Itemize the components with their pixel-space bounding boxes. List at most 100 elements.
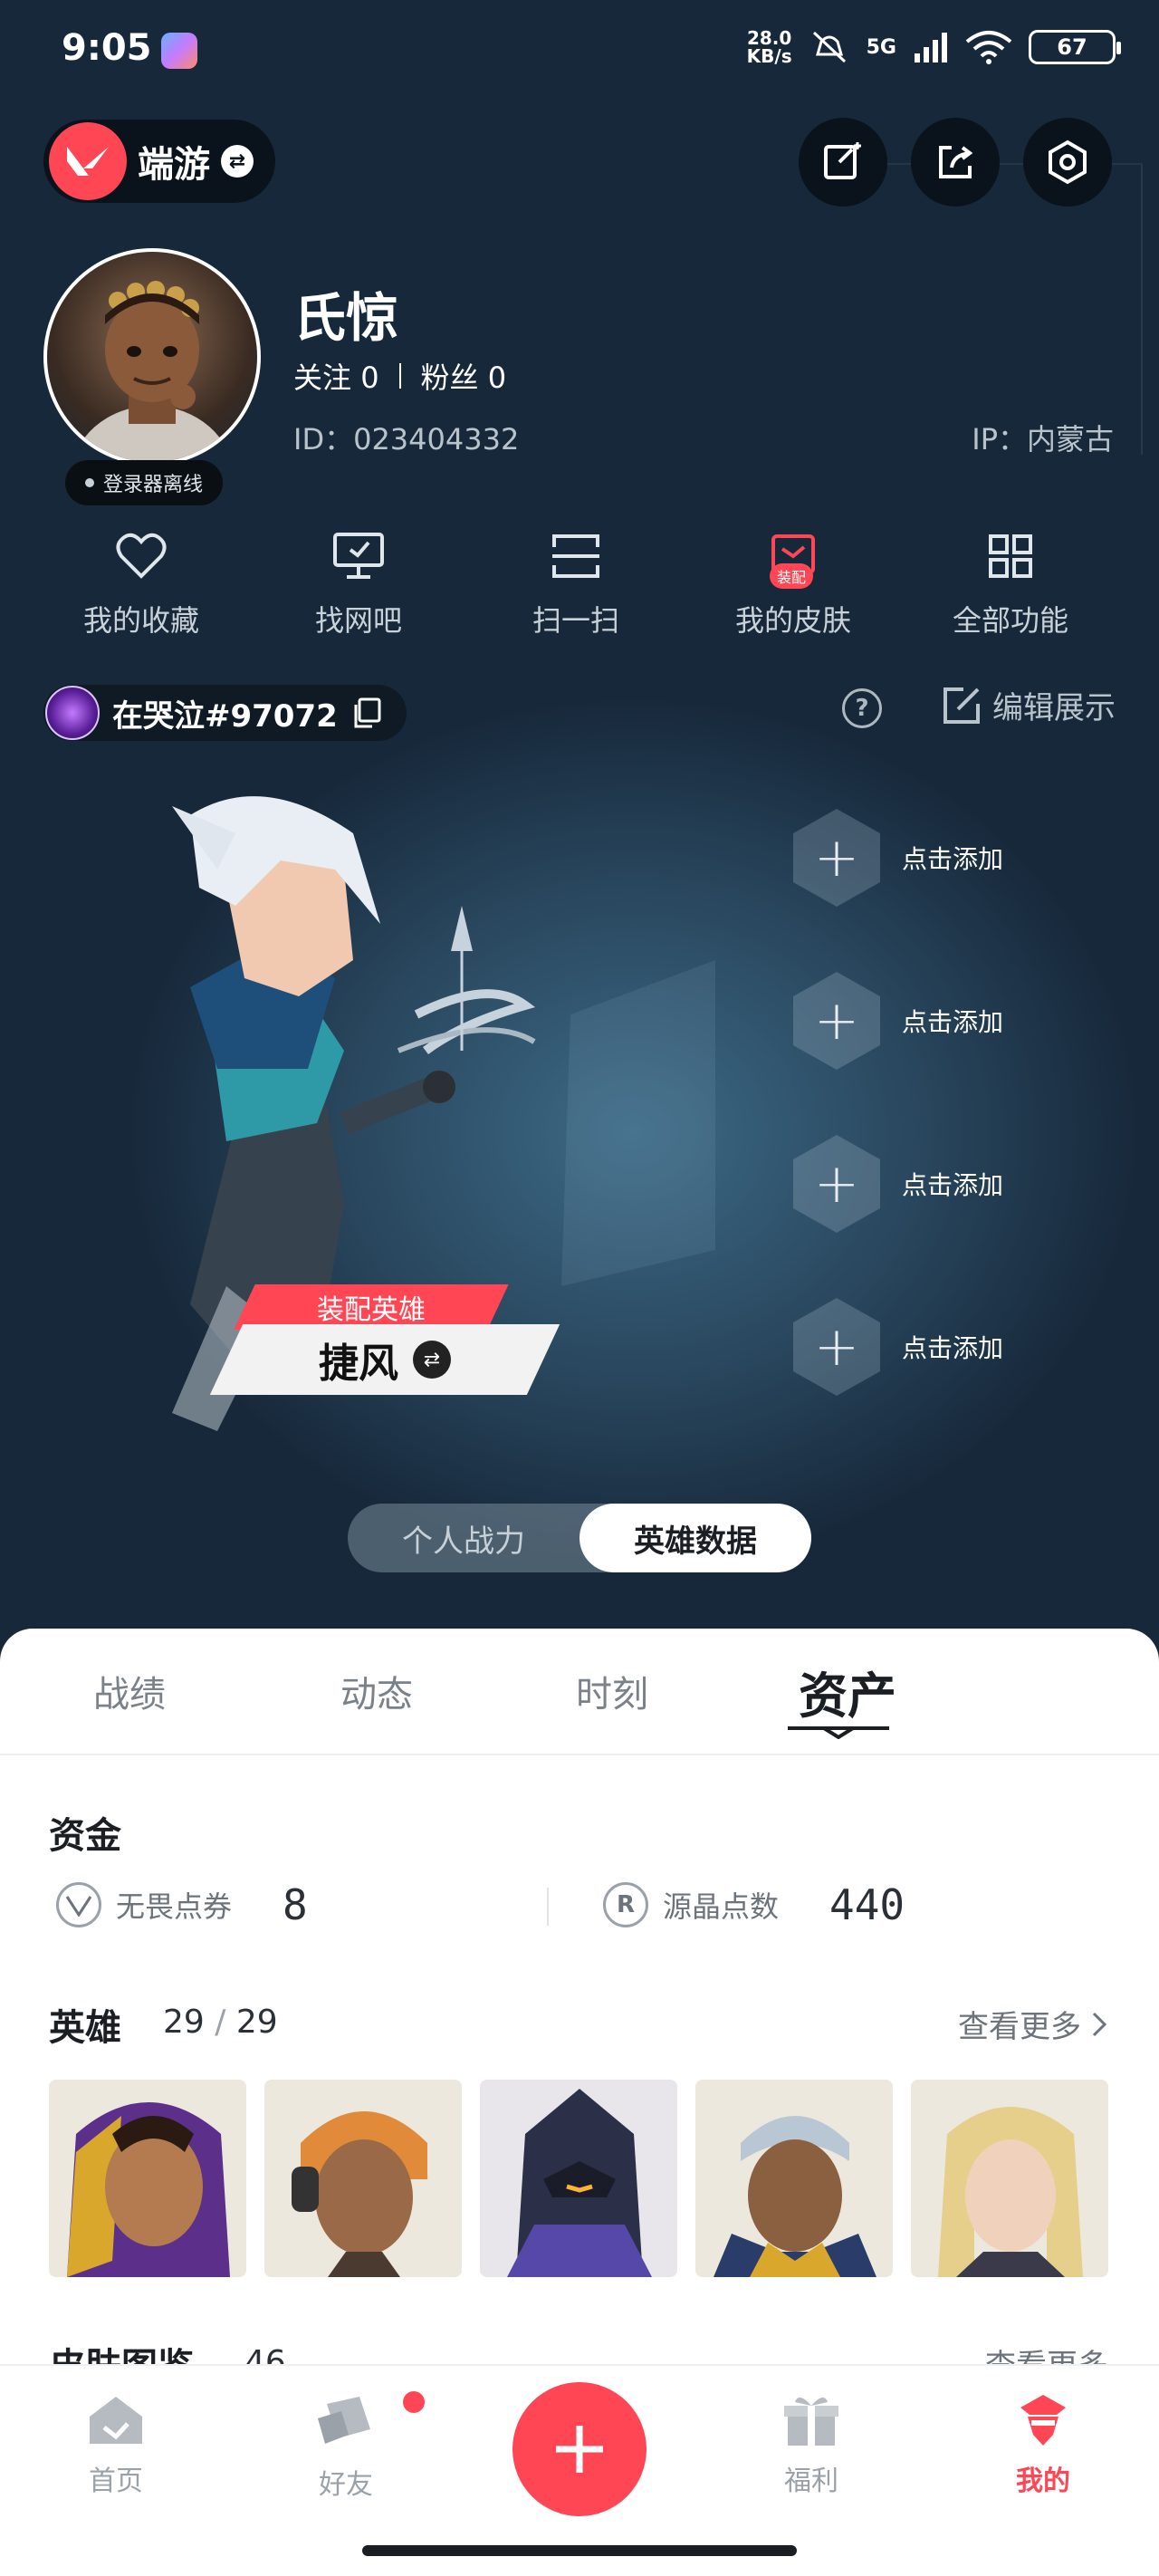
home-icon: [90, 2397, 142, 2444]
edit-icon: [943, 687, 980, 724]
network-type: 5G: [866, 35, 896, 59]
agent-portrait: [49, 2080, 246, 2277]
scan-icon: [547, 527, 605, 585]
add-icon: +: [793, 1298, 880, 1396]
add-icon: +: [793, 809, 880, 907]
nav-friends[interactable]: 好友: [273, 2391, 425, 2502]
equipped-tag: 装配: [770, 563, 814, 589]
agent-portrait: [911, 2080, 1108, 2277]
avatar[interactable]: [43, 248, 261, 466]
stats-segment-control: 个人战力 英雄数据: [348, 1504, 811, 1572]
app-notification-icon: [161, 33, 197, 69]
user-ip-location: IP：内蒙古: [972, 422, 1114, 457]
share-icon: [939, 146, 973, 178]
grid-icon: [982, 527, 1039, 585]
chevron-right-icon: [1092, 2012, 1107, 2036]
signal-icon: [915, 33, 947, 62]
status-bar: 9:05 28.0 KB/s 5G 67: [0, 0, 1159, 100]
profile-hero: 9:05 28.0 KB/s 5G 67 端游 ⇄ 登录器离线 氏惊 关注 0 …: [0, 0, 1159, 1658]
status-indicators: 28.0 KB/s 5G 67: [746, 27, 1121, 67]
active-tab-indicator: [788, 1726, 889, 1739]
wifi-icon: [965, 31, 1012, 64]
notification-dot: [403, 2391, 425, 2413]
funds-title: 资金: [49, 1815, 121, 1857]
nav-me[interactable]: 我的: [971, 2391, 1116, 2498]
battery-indicator: 67: [1029, 30, 1121, 64]
showcase-add-slot[interactable]: + 点击添加: [793, 1297, 1065, 1397]
nav-rewards[interactable]: 福利: [739, 2391, 884, 2498]
status-dot: [85, 478, 94, 487]
segment-personal-power[interactable]: 个人战力: [348, 1504, 580, 1572]
follow-stats: 关注 0 粉丝 0: [293, 355, 506, 397]
bottom-navigation: 首页 好友 福利 我的: [0, 2364, 1159, 2576]
showcase-add-slot[interactable]: + 点击添加: [793, 1134, 1065, 1234]
username: 氏惊: [293, 287, 399, 349]
agent-portrait: [695, 2080, 893, 2277]
network-speed: 28.0 KB/s: [746, 27, 792, 67]
profile-tabs: 战绩 动态 时刻 资产: [0, 1629, 1159, 1755]
mute-icon: [812, 31, 846, 63]
showcase-add-slot[interactable]: + 点击添加: [793, 971, 1065, 1071]
edit-showcase-button[interactable]: 编辑展示: [942, 683, 1116, 727]
riot-id-text: 在哭泣#97072: [112, 697, 338, 735]
settings-button[interactable]: [1023, 118, 1112, 207]
valorant-logo-icon: [49, 122, 127, 200]
game-name: 端游: [138, 144, 210, 186]
game-switcher[interactable]: 端游 ⇄: [43, 120, 275, 203]
agent-card[interactable]: [49, 2080, 246, 2277]
quick-action-scan[interactable]: 扫一扫: [467, 527, 685, 639]
agents-count: 29 / 29: [163, 2004, 278, 2041]
agent-card[interactable]: [911, 2080, 1108, 2277]
agent-name: 捷风: [319, 1341, 398, 1387]
agents-title: 英雄: [49, 2007, 121, 2049]
following-stat[interactable]: 关注 0: [293, 355, 379, 397]
swap-agent-icon: ⇄: [413, 1341, 451, 1379]
skin-icon: 装配: [764, 527, 822, 589]
showcase-add-slot[interactable]: + 点击添加: [793, 808, 1065, 908]
equipped-agent-button[interactable]: 捷风 ⇄: [209, 1324, 560, 1395]
fund-valorant-points: 无畏点券 8: [56, 1880, 308, 1929]
agent-portrait: [264, 2080, 462, 2277]
agents-see-more-link[interactable]: 查看更多: [958, 2002, 1108, 2046]
follow-divider: [398, 363, 401, 389]
quick-action-my-skins[interactable]: 装配 我的皮肤: [685, 527, 902, 639]
add-icon: +: [793, 1135, 880, 1233]
segment-agent-data[interactable]: 英雄数据: [580, 1504, 811, 1572]
nav-home[interactable]: 首页: [43, 2391, 188, 2498]
agent-card[interactable]: [695, 2080, 893, 2277]
agents-list: [49, 2080, 1108, 2277]
equipped-agent-label: 装配英雄: [234, 1284, 509, 1330]
player-card-avatar: [45, 686, 100, 740]
launcher-status-badge: 登录器离线: [65, 460, 224, 505]
home-indicator[interactable]: [362, 2545, 797, 2556]
friends-icon: [318, 2397, 370, 2444]
fund-radianite: R 源晶点数 440: [603, 1880, 905, 1929]
fund-value: 8: [283, 1880, 308, 1929]
edit-showcase-label: 编辑展示: [992, 690, 1116, 726]
riot-id-chip[interactable]: 在哭泣#97072: [43, 685, 407, 741]
quick-action-internet-cafe[interactable]: 找网吧: [250, 527, 467, 639]
plus-icon: [556, 2426, 603, 2473]
help-icon[interactable]: ?: [842, 688, 882, 728]
status-time: 9:05: [62, 27, 152, 69]
edit-post-icon: [824, 142, 861, 179]
settings-icon: [1049, 139, 1087, 185]
quick-action-all-features[interactable]: 全部功能: [902, 527, 1119, 639]
heart-icon: [112, 527, 170, 585]
agent-card[interactable]: [264, 2080, 462, 2277]
quick-action-favorites[interactable]: 我的收藏: [33, 527, 250, 639]
profile-icon: [1020, 2395, 1066, 2446]
add-icon: +: [793, 972, 880, 1070]
agent-card[interactable]: [480, 2080, 677, 2277]
tab-assets[interactable]: 资产: [730, 1629, 965, 1754]
fans-stat[interactable]: 粉丝 0: [421, 355, 507, 397]
launcher-status-text: 登录器离线: [103, 474, 204, 496]
nav-create-button[interactable]: [512, 2382, 647, 2516]
share-button[interactable]: [911, 118, 1000, 207]
user-id: ID：023404332: [293, 422, 520, 457]
tab-feed[interactable]: 动态: [259, 1629, 494, 1754]
tab-moments[interactable]: 时刻: [494, 1629, 730, 1754]
edit-post-button[interactable]: [799, 118, 887, 207]
tab-match-history[interactable]: 战绩: [0, 1629, 259, 1754]
copy-icon[interactable]: [350, 697, 381, 728]
